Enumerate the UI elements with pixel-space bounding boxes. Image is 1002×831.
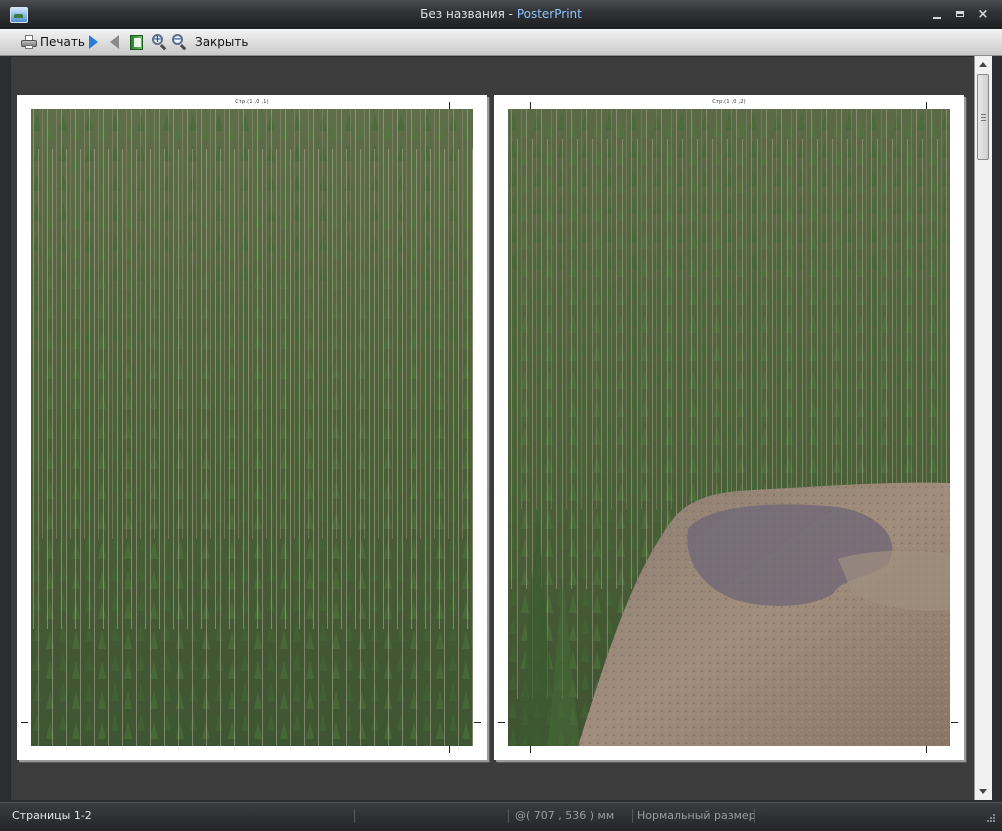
zoom-in-icon: + — [152, 34, 168, 51]
preview-page-2[interactable]: Стр.(1 ,0 ,2) — [494, 95, 964, 760]
status-coordinates: @( 707 , 536 ) мм — [515, 809, 615, 822]
crop-mark — [926, 746, 927, 753]
scroll-down-icon[interactable] — [979, 789, 987, 794]
page-setup-button[interactable] — [130, 32, 143, 52]
minimize-icon — [933, 17, 941, 19]
close-window-button[interactable]: × — [974, 6, 992, 24]
crop-mark — [449, 102, 450, 109]
maximize-button[interactable] — [951, 6, 969, 24]
status-zoom: Нормальный размер — [637, 809, 756, 822]
prev-page-button[interactable] — [110, 32, 119, 52]
print-preview-area[interactable]: Стр.(1 ,0 ,1) Стр.(1 ,0 ,2) — [10, 56, 974, 800]
document-name: Без названия — [420, 7, 505, 21]
next-page-button[interactable] — [89, 32, 98, 52]
crop-mark — [449, 746, 450, 753]
crop-mark — [926, 102, 927, 109]
close-label: Закрыть — [195, 35, 249, 49]
prev-page-icon — [110, 35, 119, 49]
zoom-out-button[interactable]: − — [172, 32, 188, 52]
forest-image-left — [31, 109, 473, 746]
maximize-icon — [956, 11, 964, 17]
crop-mark — [498, 722, 505, 723]
crop-mark — [530, 102, 531, 109]
resize-grip-icon[interactable] — [984, 813, 996, 825]
zoom-in-button[interactable]: + — [152, 32, 168, 52]
title-bar: Без названия - PosterPrint × — [0, 0, 1002, 30]
status-bar: Страницы 1-2 @( 707 , 536 ) мм Нормальны… — [0, 802, 1002, 831]
status-pages: Страницы 1-2 — [12, 809, 92, 822]
page-label: Стр.(1 ,0 ,1) — [235, 99, 269, 105]
status-separator — [632, 809, 633, 823]
status-separator — [354, 809, 355, 823]
zoom-out-icon: − — [172, 34, 188, 51]
status-separator — [754, 809, 755, 823]
print-button[interactable]: Печать — [21, 32, 85, 52]
scroll-thumb[interactable] — [977, 74, 989, 160]
crop-mark — [951, 722, 958, 723]
vertical-scrollbar[interactable] — [974, 56, 992, 800]
page-label: Стр.(1 ,0 ,2) — [712, 99, 746, 105]
status-separator — [508, 809, 509, 823]
scroll-up-icon[interactable] — [979, 62, 987, 67]
window-title: Без названия - PosterPrint — [0, 7, 1002, 21]
next-page-icon — [89, 35, 98, 49]
close-preview-button[interactable]: Закрыть — [192, 32, 248, 52]
app-name: PosterPrint — [516, 7, 582, 21]
title-separator: - — [504, 7, 517, 21]
book-icon — [130, 34, 143, 50]
forest-image-right — [508, 109, 950, 746]
toolbar: Печать + − Закрыть — [0, 29, 1002, 56]
preview-page-1[interactable]: Стр.(1 ,0 ,1) — [17, 95, 487, 760]
crop-mark — [474, 722, 481, 723]
print-label: Печать — [40, 35, 85, 49]
printer-icon — [21, 35, 37, 49]
close-icon: × — [977, 7, 989, 22]
crop-mark — [530, 746, 531, 753]
minimize-button[interactable] — [928, 6, 946, 24]
crop-mark — [21, 722, 28, 723]
